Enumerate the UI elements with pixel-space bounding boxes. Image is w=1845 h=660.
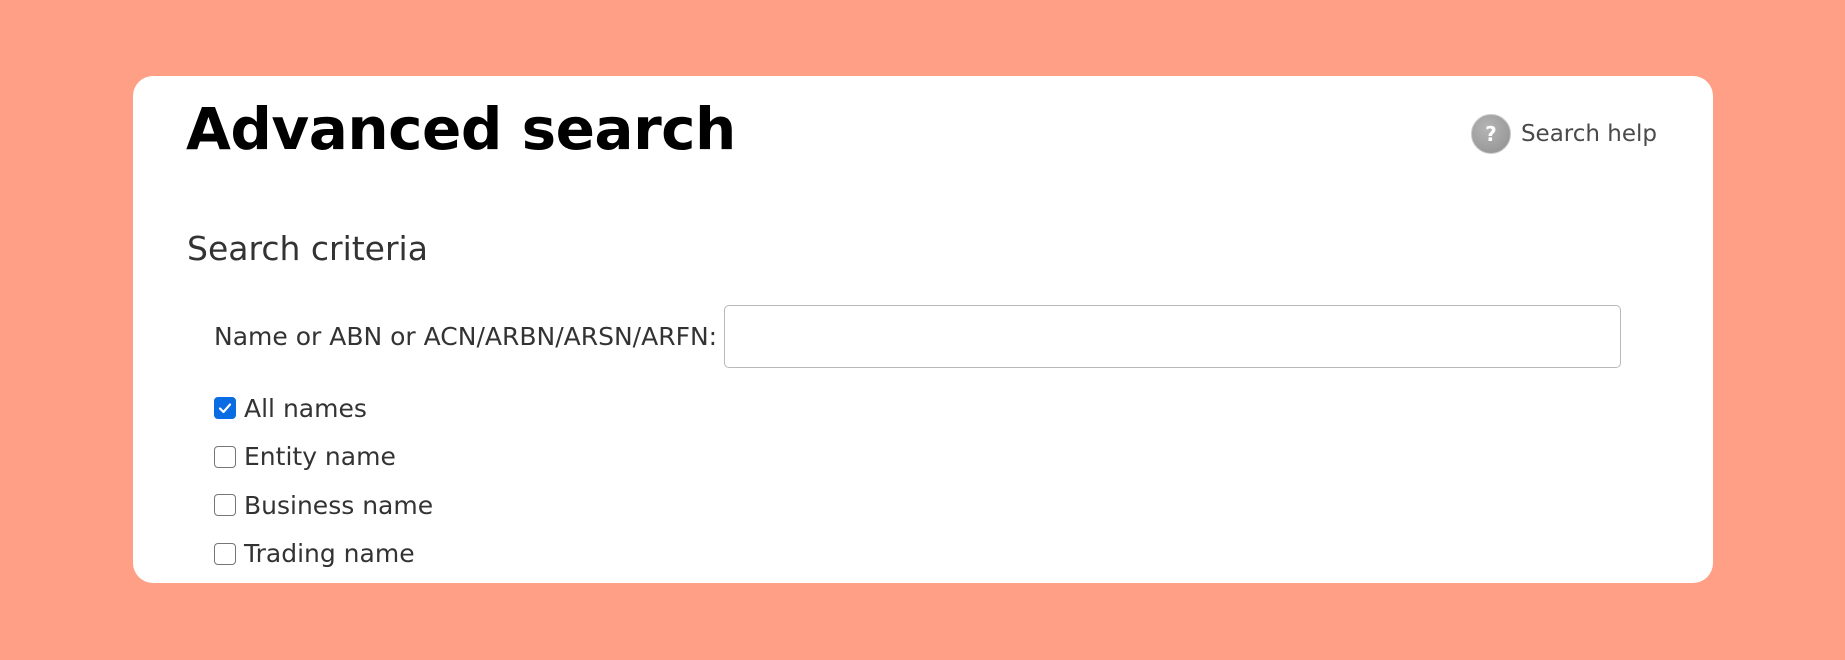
name-search-label: Name or ABN or ACN/ARBN/ARSN/ARFN:: [214, 322, 718, 351]
business-name-checkbox[interactable]: [214, 494, 236, 517]
all-names-label[interactable]: All names: [244, 394, 367, 423]
search-help-label: Search help: [1520, 121, 1657, 147]
section-heading: Search criteria: [187, 229, 428, 268]
advanced-search-panel: Advanced search ? Search help Search cri…: [133, 76, 1713, 583]
all-names-checkbox[interactable]: [214, 397, 236, 420]
checkbox-row-entity-name[interactable]: Entity name: [214, 433, 433, 482]
name-search-input[interactable]: [724, 305, 1622, 368]
entity-name-checkbox[interactable]: [214, 445, 236, 468]
trading-name-checkbox[interactable]: [214, 542, 236, 565]
trading-name-label[interactable]: Trading name: [244, 539, 415, 568]
name-search-row: Name or ABN or ACN/ARBN/ARSN/ARFN:: [214, 305, 1622, 368]
checkbox-row-all-names[interactable]: All names: [214, 384, 433, 433]
search-help-link[interactable]: ? Search help: [1470, 114, 1657, 154]
business-name-label[interactable]: Business name: [244, 491, 433, 520]
entity-name-label[interactable]: Entity name: [244, 442, 396, 471]
checkbox-row-trading-name[interactable]: Trading name: [214, 530, 433, 579]
page-title: Advanced search: [186, 95, 736, 163]
checkbox-row-business-name[interactable]: Business name: [214, 481, 433, 530]
name-type-checkbox-group: All names Entity name Business name Trad…: [214, 384, 433, 578]
question-mark-icon: ?: [1470, 114, 1511, 154]
